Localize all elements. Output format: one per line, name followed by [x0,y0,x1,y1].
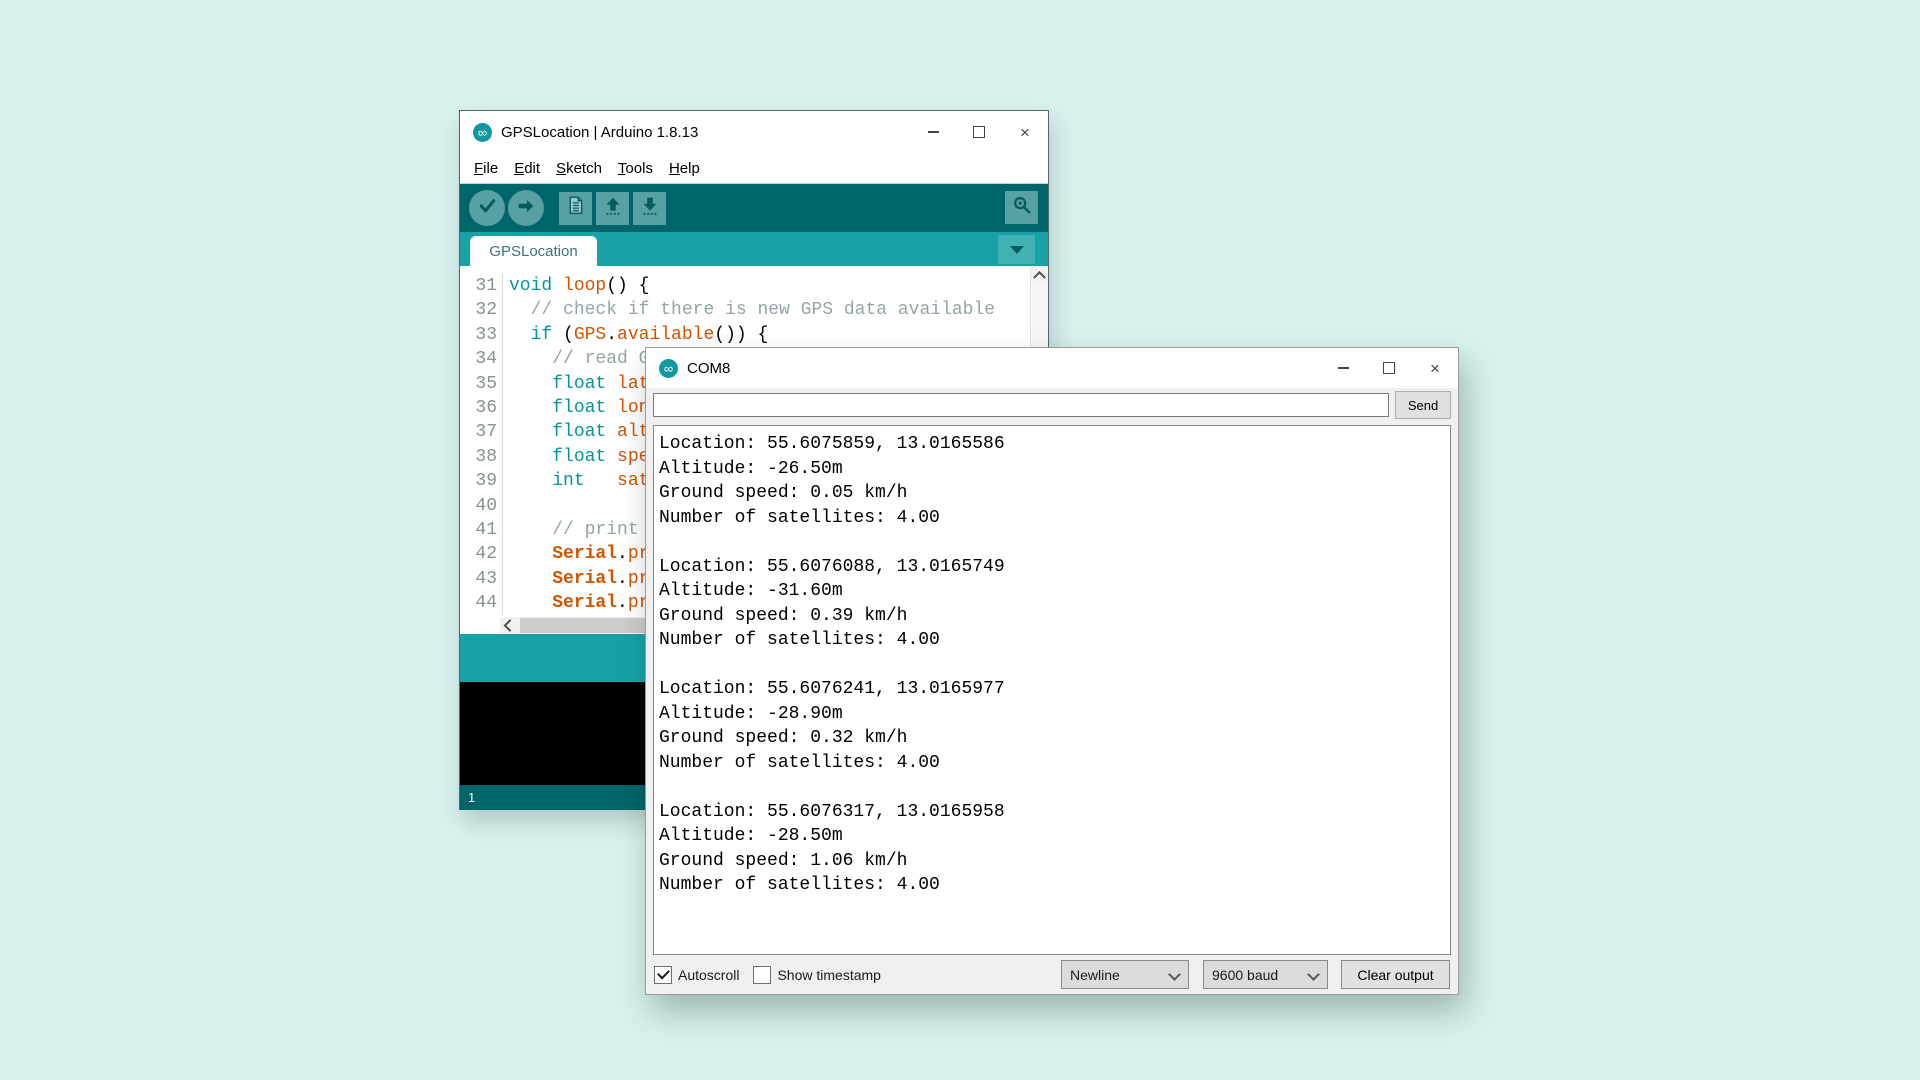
chevron-down-icon [1307,968,1320,981]
chevron-up-icon [1033,270,1046,284]
chevron-down-icon [1009,245,1024,254]
serial-titlebar: ∞ COM8 × [646,348,1458,388]
maximize-button[interactable] [1366,348,1412,388]
line-number: 36 [460,395,503,421]
close-button[interactable]: × [1002,111,1048,153]
minimize-button[interactable] [910,111,956,153]
menu-item-sketch[interactable]: Sketch [548,154,610,183]
line-number: 33 [460,322,503,348]
minimize-button[interactable] [1320,348,1366,388]
close-button[interactable]: × [1412,348,1458,388]
send-button[interactable]: Send [1395,391,1451,419]
line-number: 40 [460,493,503,518]
line-number: 39 [460,469,503,494]
line-number: 31 [460,274,503,299]
menu-item-help[interactable]: Help [661,154,708,183]
baud-rate-value: 9600 baud [1212,966,1279,983]
arduino-window-title: GPSLocation | Arduino 1.8.13 [501,123,699,141]
line-number: 34 [460,347,503,372]
desktop: { "colors": { "desktop_background": "#d7… [0,0,1920,1080]
line-number: 32 [460,298,503,323]
chevron-left-icon [503,619,517,632]
tab-gpslocation[interactable]: GPSLocation [470,236,597,266]
magnifier-icon [1011,194,1033,221]
line-number: 43 [460,566,503,592]
autoscroll-toggle[interactable]: Autoscroll [654,965,740,984]
line-ending-value: Newline [1070,966,1120,983]
tab-label: GPSLocation [489,242,578,260]
chevron-down-icon [1168,968,1181,981]
arrow-down-icon [639,195,661,222]
upload-button[interactable] [508,190,544,226]
clear-output-label: Clear output [1357,966,1434,983]
serial-monitor-window: ∞ COM8 × Send Location: 55.6075859, 13.0… [645,347,1459,995]
arrow-right-icon [515,195,537,222]
show-timestamp-toggle[interactable]: Show timestamp [753,965,881,984]
arduino-titlebar: ∞ GPSLocation | Arduino 1.8.13 × [460,111,1048,153]
tab-menu-button[interactable] [998,235,1035,264]
serial-output-area[interactable]: Location: 55.6075859, 13.0165586 Altitud… [653,425,1451,955]
serial-window-title: COM8 [687,359,731,377]
serial-monitor-button[interactable] [1005,191,1038,224]
arduino-logo-icon: ∞ [659,358,678,378]
line-number: 44 [460,591,503,616]
line-ending-select[interactable]: Newline [1061,960,1189,989]
line-number: 37 [460,420,503,445]
verify-button[interactable] [469,190,505,226]
scroll-up-button[interactable] [1031,266,1048,284]
code-line: 32 // check if there is new GPS data ava… [460,298,1031,323]
clear-output-button[interactable]: Clear output [1341,960,1450,989]
show-timestamp-checkbox[interactable] [753,965,772,984]
send-button-label: Send [1407,397,1439,413]
menu-bar: File Edit Sketch Tools Help [460,153,1048,184]
document-icon [565,195,586,221]
line-number: 42 [460,542,503,567]
maximize-button[interactable] [956,111,1002,153]
menu-item-tools[interactable]: Tools [610,154,661,183]
current-line-indicator: 1 [468,790,476,805]
new-sketch-button[interactable] [559,191,592,225]
line-number: 38 [460,444,503,470]
code-line: 33 if (GPS.available()) { [460,322,1031,348]
menu-item-file[interactable]: File [466,154,506,183]
check-icon [476,194,499,222]
scroll-left-button[interactable] [500,617,517,634]
menu-item-edit[interactable]: Edit [506,154,548,183]
serial-footer: Autoscroll Show timestamp Newline 9600 b… [646,955,1458,994]
toolbar [460,184,1048,232]
tab-bar: GPSLocation [460,232,1048,266]
serial-send-input[interactable] [653,393,1389,417]
show-timestamp-label: Show timestamp [777,966,881,983]
baud-rate-select[interactable]: 9600 baud [1203,960,1328,989]
code-line: 31 void loop() { [460,274,1031,299]
autoscroll-label: Autoscroll [678,966,740,983]
line-number: 41 [460,517,503,543]
line-number: 35 [460,371,503,396]
save-button[interactable] [633,191,666,225]
arrow-up-icon [602,195,624,222]
arduino-logo-icon: ∞ [473,122,492,142]
autoscroll-checkbox[interactable] [654,965,672,984]
open-button[interactable] [596,191,629,225]
check-icon [656,966,670,980]
